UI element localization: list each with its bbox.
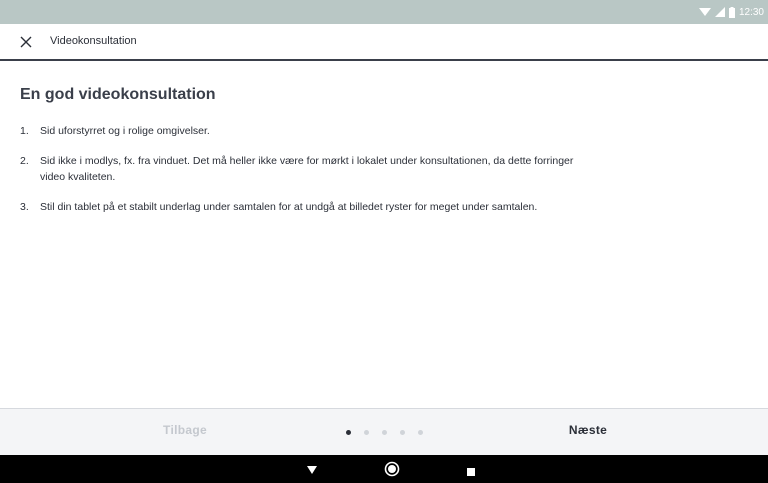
status-time: 12:30 [738, 6, 764, 18]
recents-square-icon [467, 468, 475, 476]
status-bar: 12:30 [0, 0, 768, 24]
back-nav-button[interactable] [306, 462, 318, 481]
footer-nav: Tilbage Næste [0, 409, 768, 455]
tip-item: 1. Sid uforstyrret og i rolige omgivelse… [20, 123, 580, 139]
main-content: En god videokonsultation 1. Sid uforstyr… [0, 61, 768, 409]
page-dot [400, 430, 405, 435]
recents-nav-button[interactable] [466, 464, 476, 482]
tip-text: Sid uforstyrret og i rolige omgivelser. [40, 125, 210, 137]
app-bar-title: Videokonsultation [50, 35, 137, 47]
tips-list: 1. Sid uforstyrret og i rolige omgivelse… [20, 123, 580, 229]
tip-text: Stil din tablet på et stabilt underlag u… [40, 201, 538, 213]
app-bar: Videokonsultation [0, 24, 768, 61]
back-triangle-icon [307, 466, 317, 474]
tip-item: 3. Stil din tablet på et stabilt underla… [20, 199, 580, 215]
status-icons: 12:30 [698, 4, 764, 20]
home-circle-icon [384, 461, 400, 477]
next-button[interactable]: Næste [523, 423, 653, 437]
close-icon [20, 36, 32, 48]
tip-text: Sid ikke i modlys, fx. fra vinduet. Det … [40, 155, 574, 183]
back-button[interactable]: Tilbage [120, 423, 250, 437]
battery-icon [728, 6, 735, 18]
page-dot [418, 430, 423, 435]
page-indicator [346, 430, 423, 435]
tip-number: 2. [20, 155, 29, 167]
tip-number: 3. [20, 201, 29, 213]
home-nav-button[interactable] [384, 461, 400, 482]
page-dot-active [346, 430, 351, 435]
tip-number: 1. [20, 125, 29, 137]
tip-item: 2. Sid ikke i modlys, fx. fra vinduet. D… [20, 153, 580, 185]
system-nav-bar [0, 455, 768, 483]
wifi-icon [698, 8, 711, 16]
signal-icon [714, 7, 725, 17]
page-heading: En god videokonsultation [20, 86, 216, 103]
page-dot [364, 430, 369, 435]
close-button[interactable] [18, 34, 34, 50]
page-dot [382, 430, 387, 435]
